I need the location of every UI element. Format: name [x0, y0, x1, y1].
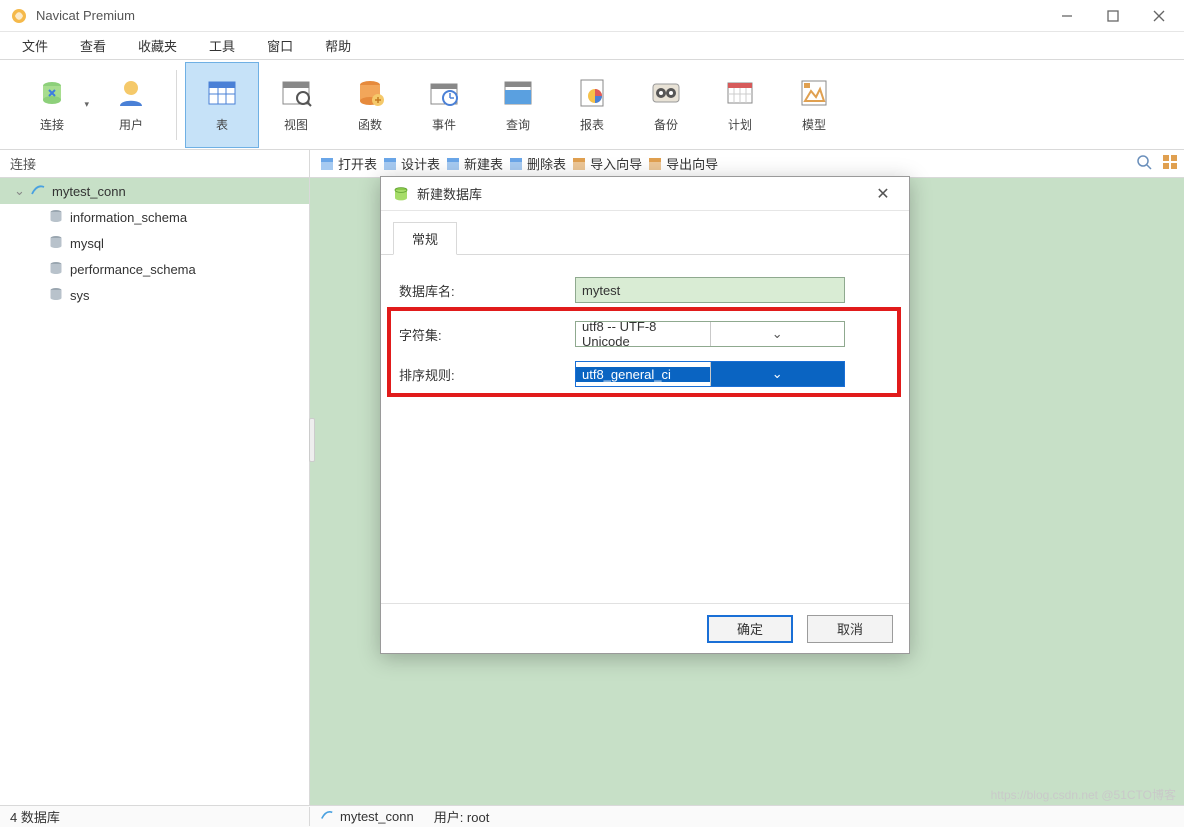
toolbar-connect-button[interactable]: 连接 ▾: [10, 62, 94, 148]
toolbar-backup-button[interactable]: 备份: [629, 62, 703, 148]
database-icon: [393, 186, 409, 202]
toolbar-label: 用户: [119, 116, 143, 133]
schedule-icon: [723, 76, 757, 110]
close-button[interactable]: [1136, 0, 1182, 31]
database-node[interactable]: mysql: [0, 230, 309, 256]
toolbar-table-button[interactable]: 表: [185, 62, 259, 148]
title-bar: Navicat Premium: [0, 0, 1184, 32]
expand-icon[interactable]: ⌄: [14, 183, 24, 199]
event-icon: [427, 76, 461, 110]
connection-name: mytest_conn: [52, 184, 126, 199]
database-icon: [48, 260, 64, 279]
main-toolbar: 连接 ▾ 用户 表 视图 函数 事件 查询 报表 备份 计划 模型: [0, 60, 1184, 150]
toolbar-label: 视图: [284, 116, 308, 133]
menu-窗口[interactable]: 窗口: [253, 33, 307, 58]
charset-label: 字符集:: [399, 325, 575, 344]
table-op-2[interactable]: 新建表: [446, 154, 503, 173]
db-name-label: 数据库名:: [399, 281, 575, 300]
menu-收藏夹[interactable]: 收藏夹: [124, 33, 191, 58]
toolbar-label: 连接: [40, 116, 64, 133]
minimize-button[interactable]: [1044, 0, 1090, 31]
connect-icon: [35, 76, 69, 110]
status-left: 4 数据库: [0, 807, 310, 826]
database-node[interactable]: performance_schema: [0, 256, 309, 282]
chevron-down-icon: ⌄: [710, 362, 845, 386]
table-op-0[interactable]: 打开表: [320, 154, 377, 173]
user-icon: [114, 76, 148, 110]
connection-node[interactable]: ⌄ mytest_conn: [0, 178, 309, 204]
toolbar-label: 查询: [506, 116, 530, 133]
chevron-down-icon: ▾: [84, 99, 89, 110]
menu-帮助[interactable]: 帮助: [311, 33, 365, 58]
toolbar-view-button[interactable]: 视图: [259, 62, 333, 148]
new-database-dialog: 新建数据库 ✕ 常规 数据库名: mytest 字符集: utf8 -- UTF…: [380, 176, 910, 654]
toolbar-report-button[interactable]: 报表: [555, 62, 629, 148]
toolbar-label: 函数: [358, 116, 382, 133]
status-bar: 4 数据库 mytest_conn 用户: root: [0, 805, 1184, 827]
menu-文件[interactable]: 文件: [8, 33, 62, 58]
backup-icon: [649, 76, 683, 110]
database-icon: [48, 208, 64, 227]
toolbar-event-button[interactable]: 事件: [407, 62, 481, 148]
table-op-3[interactable]: 删除表: [509, 154, 566, 173]
window-title: Navicat Premium: [36, 8, 1044, 23]
toolbar-schedule-button[interactable]: 计划: [703, 62, 777, 148]
status-connection: mytest_conn: [340, 809, 414, 824]
toolbar-label: 表: [216, 116, 228, 133]
splitter-handle[interactable]: [309, 418, 315, 462]
toolbar-function-button[interactable]: 函数: [333, 62, 407, 148]
toolbar-query-button[interactable]: 查询: [481, 62, 555, 148]
ok-button[interactable]: 确定: [707, 615, 793, 643]
view-icon: [279, 76, 313, 110]
database-name: information_schema: [70, 210, 187, 225]
toolbar-label: 模型: [802, 116, 826, 133]
connection-tree: ⌄ mytest_conn information_schemamysql per…: [0, 178, 310, 805]
search-icon[interactable]: [1136, 154, 1152, 173]
grid-view-icon[interactable]: [1162, 154, 1178, 173]
toolbar-model-button[interactable]: 模型: [777, 62, 851, 148]
dialog-close-button[interactable]: ✕: [869, 184, 897, 204]
database-node[interactable]: information_schema: [0, 204, 309, 230]
database-name: performance_schema: [70, 262, 196, 277]
menu-bar: 文件查看收藏夹工具窗口帮助: [0, 32, 1184, 60]
sub-toolbar: 连接 打开表设计表新建表删除表导入向导导出向导: [0, 150, 1184, 178]
cancel-button[interactable]: 取消: [807, 615, 893, 643]
chevron-down-icon: ⌄: [710, 322, 845, 346]
maximize-button[interactable]: [1090, 0, 1136, 31]
database-name: sys: [70, 288, 90, 303]
db-name-input[interactable]: mytest: [575, 277, 845, 303]
table-op-4[interactable]: 导入向导: [572, 154, 642, 173]
table-op-1[interactable]: 设计表: [383, 154, 440, 173]
toolbar-label: 备份: [654, 116, 678, 133]
query-icon: [501, 76, 535, 110]
database-node[interactable]: sys: [0, 282, 309, 308]
collation-label: 排序规则:: [399, 365, 575, 384]
database-name: mysql: [70, 236, 104, 251]
toolbar-label: 事件: [432, 116, 456, 133]
toolbar-label: 报表: [580, 116, 604, 133]
function-icon: [353, 76, 387, 110]
mysql-connection-icon: [320, 808, 334, 825]
table-op-5[interactable]: 导出向导: [648, 154, 718, 173]
mysql-connection-icon: [30, 182, 46, 201]
table-icon: [205, 76, 239, 110]
charset-select[interactable]: utf8 -- UTF-8 Unicode ⌄: [575, 321, 845, 347]
dialog-title: 新建数据库: [417, 184, 861, 203]
menu-工具[interactable]: 工具: [195, 33, 249, 58]
model-icon: [797, 76, 831, 110]
database-icon: [48, 286, 64, 305]
status-user: 用户: root: [434, 807, 490, 826]
menu-查看[interactable]: 查看: [66, 33, 120, 58]
connections-panel-header: 连接: [0, 150, 310, 177]
database-icon: [48, 234, 64, 253]
toolbar-user-button[interactable]: 用户: [94, 62, 168, 148]
tab-general[interactable]: 常规: [393, 222, 457, 255]
report-icon: [575, 76, 609, 110]
toolbar-label: 计划: [728, 116, 752, 133]
navicat-logo-icon: [10, 7, 28, 25]
collation-select[interactable]: utf8_general_ci ⌄: [575, 361, 845, 387]
